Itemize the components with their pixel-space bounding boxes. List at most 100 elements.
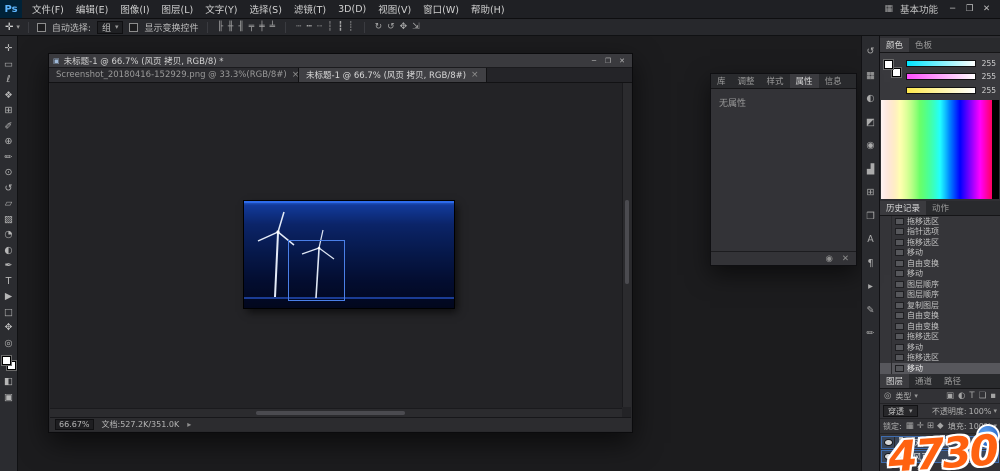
history-state-row[interactable]: 自由变换 — [880, 321, 1000, 332]
status-arrow-icon[interactable]: ▸ — [187, 420, 191, 429]
notes-panel-icon[interactable]: ✎ — [867, 306, 875, 316]
document-tab-untitled[interactable]: 未标题-1 @ 66.7% (风页 拷贝, RGB/8#) × — [299, 68, 487, 82]
panel-tab[interactable]: 路径 — [938, 374, 967, 388]
paragraph-panel-icon[interactable]: ¶ — [867, 259, 873, 269]
type-tool[interactable]: T — [0, 274, 18, 290]
clone-stamp-tool[interactable]: ⊙ — [0, 165, 18, 181]
horizontal-scrollbar[interactable] — [50, 408, 622, 417]
history-state-row[interactable]: 复制图层 — [880, 300, 1000, 311]
history-source-column[interactable] — [880, 258, 892, 269]
distribute-top-icon[interactable]: ┄ — [294, 22, 303, 32]
styles-panel-icon[interactable]: ◩ — [866, 118, 875, 128]
history-source-column[interactable] — [880, 311, 892, 322]
history-state-row[interactable]: 拖移选区 — [880, 237, 1000, 248]
history-source-column[interactable] — [880, 353, 892, 364]
menu-item[interactable]: 3D(D) — [332, 0, 372, 18]
zoom-level-field[interactable]: 66.67% — [55, 419, 94, 430]
panel-tab[interactable]: 通道 — [909, 374, 938, 388]
history-panel-icon[interactable]: ↺ — [867, 47, 875, 57]
menu-item[interactable]: 文件(F) — [26, 0, 70, 18]
artwork-image[interactable] — [244, 201, 454, 308]
selection-marquee[interactable] — [288, 240, 345, 301]
lock-transparency-icon[interactable]: ▦ — [905, 421, 915, 431]
workspace-switcher[interactable]: 基本功能 — [900, 2, 938, 16]
panel-tab[interactable]: 图层 — [880, 374, 909, 388]
close-button[interactable]: ✕ — [979, 4, 994, 14]
align-bottom-edges-icon[interactable]: ╧ — [268, 22, 277, 32]
minimize-button[interactable]: ─ — [945, 4, 960, 14]
info-panel-icon[interactable]: ◉ — [866, 141, 874, 151]
foreground-color-swatch[interactable] — [884, 60, 893, 69]
show-transform-checkbox[interactable] — [129, 23, 138, 32]
zoom-tool[interactable]: ◎ — [0, 336, 18, 352]
channel-slider[interactable] — [906, 60, 976, 67]
panel-tab[interactable]: 库 — [711, 74, 732, 88]
eraser-tool[interactable]: ▱ — [0, 196, 18, 212]
history-source-column[interactable] — [880, 216, 892, 227]
brush-tool[interactable]: ✏ — [0, 150, 18, 166]
color-swatches-widget[interactable] — [2, 356, 16, 370]
brush-panel-icon[interactable]: ✏ — [867, 329, 875, 339]
channel-slider[interactable] — [906, 87, 976, 94]
document-tab-screenshot[interactable]: Screenshot_20180416-152929.png @ 33.3%(R… — [49, 68, 299, 82]
doc-restore-button[interactable]: ❐ — [602, 57, 614, 65]
doc-close-button[interactable]: ✕ — [616, 57, 628, 65]
blur-tool[interactable]: ◔ — [0, 227, 18, 243]
gradient-tool[interactable]: ▨ — [0, 212, 18, 228]
auto-select-checkbox[interactable] — [37, 23, 46, 32]
vertical-scrollbar-thumb[interactable] — [625, 200, 629, 284]
adjustments-panel-icon[interactable]: ◐ — [866, 94, 874, 104]
menu-item[interactable]: 图像(I) — [114, 0, 155, 18]
panel-tab[interactable]: 信息 — [819, 74, 848, 88]
align-right-edges-icon[interactable]: ╢ — [236, 22, 245, 32]
foreground-color-swatch[interactable] — [2, 356, 11, 365]
vertical-scrollbar[interactable] — [622, 83, 631, 407]
dodge-tool[interactable]: ◐ — [0, 243, 18, 259]
menu-item[interactable]: 视图(V) — [372, 0, 417, 18]
history-state-row[interactable]: 图层顺序 — [880, 279, 1000, 290]
history-state-row[interactable]: 移动 — [880, 342, 1000, 353]
history-brush-tool[interactable]: ↺ — [0, 181, 18, 197]
history-source-column[interactable] — [880, 237, 892, 248]
tab-close-icon[interactable]: × — [292, 70, 299, 80]
filter-smart-objects-icon[interactable]: ▪ — [989, 391, 997, 401]
history-state-row[interactable]: 拖移选区 — [880, 332, 1000, 343]
character-panel-icon[interactable]: A — [867, 235, 874, 245]
history-source-column[interactable] — [880, 279, 892, 290]
history-source-column[interactable] — [880, 321, 892, 332]
menu-item[interactable]: 窗口(W) — [417, 0, 465, 18]
menu-item[interactable]: 选择(S) — [243, 0, 287, 18]
history-state-row[interactable]: 自由变换 — [880, 311, 1000, 322]
filter-type-layers-icon[interactable]: T — [968, 391, 975, 401]
align-left-edges-icon[interactable]: ╟ — [216, 22, 225, 32]
distribute-vertical-centers-icon[interactable]: ┅ — [304, 22, 313, 32]
channel-slider[interactable] — [906, 73, 976, 80]
pan-3d-icon[interactable]: ✥ — [398, 22, 410, 32]
filter-type-label[interactable]: 类型 — [895, 391, 911, 402]
chevron-down-icon[interactable]: ▾ — [914, 392, 918, 400]
menu-item[interactable]: 编辑(E) — [70, 0, 114, 18]
hand-tool[interactable]: ✥ — [0, 320, 18, 336]
history-source-column[interactable] — [880, 227, 892, 238]
path-selection-tool[interactable]: ▶ — [0, 289, 18, 305]
menu-item[interactable]: 帮助(H) — [465, 0, 511, 18]
menu-item[interactable]: 图层(L) — [156, 0, 200, 18]
color-spectrum[interactable] — [881, 100, 999, 199]
history-state-row[interactable]: 指针选项 — [880, 227, 1000, 238]
history-state-row[interactable]: 移动 — [880, 269, 1000, 280]
align-top-edges-icon[interactable]: ╤ — [247, 22, 256, 32]
menu-item[interactable]: 滤镜(T) — [288, 0, 332, 18]
filter-shape-layers-icon[interactable]: ❏ — [978, 391, 988, 401]
panel-tab[interactable]: 颜色 — [880, 38, 909, 52]
history-source-column[interactable] — [880, 300, 892, 311]
shape-tool[interactable]: □ — [0, 305, 18, 321]
history-source-column[interactable] — [880, 269, 892, 280]
roll-3d-icon[interactable]: ↺ — [385, 22, 397, 32]
clone-source-panel-icon[interactable]: ❒ — [866, 212, 875, 222]
document-canvas[interactable] — [50, 83, 631, 417]
rect-marquee-tool[interactable]: ▭ — [0, 57, 18, 73]
tool-preset-caret-icon[interactable]: ▾ — [16, 23, 20, 31]
history-source-column[interactable] — [880, 332, 892, 343]
quick-mask-icon[interactable]: ◧ — [0, 374, 18, 390]
histogram-panel-icon[interactable]: ▟ — [867, 165, 874, 175]
